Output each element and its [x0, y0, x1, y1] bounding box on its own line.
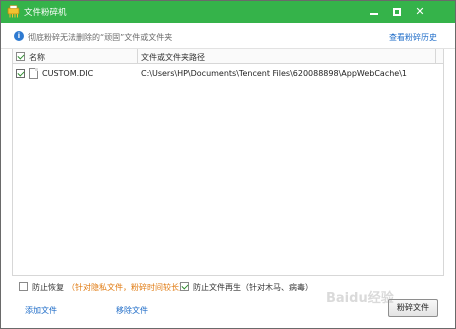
column-divider[interactable] — [435, 49, 436, 64]
info-icon: i — [14, 31, 24, 41]
column-header-path[interactable]: 文件或文件夹路径 — [141, 52, 205, 63]
prevent-recovery-label[interactable]: 防止恢复 — [32, 282, 64, 293]
column-divider[interactable] — [137, 49, 138, 64]
file-path: C:\Users\HP\Documents\Tencent Files\6200… — [141, 69, 407, 78]
baidu-watermark: Baidu经验 — [326, 291, 394, 306]
info-text: 彻底粉碎无法删除的“顽固”文件或文件夹 — [28, 33, 173, 42]
minimize-button[interactable] — [365, 4, 383, 20]
info-bar: i 彻底粉碎无法删除的“顽固”文件或文件夹 查看粉碎历史 — [1, 23, 455, 49]
prevent-regeneration-checkbox[interactable] — [180, 282, 189, 291]
minimize-icon — [370, 13, 378, 15]
table-header: 名称 文件或文件夹路径 — [13, 49, 443, 64]
table-row[interactable]: CUSTOM.DIC C:\Users\HP\Documents\Tencent… — [13, 67, 443, 81]
maximize-icon — [393, 8, 401, 16]
file-name: CUSTOM.DIC — [42, 69, 94, 78]
prevent-regeneration-label[interactable]: 防止文件再生（针对木马、病毒） — [193, 282, 313, 293]
view-shred-history-link[interactable]: 查看粉碎历史 — [389, 32, 437, 43]
title-bar[interactable]: 文件粉碎机 ✕ — [1, 1, 455, 23]
remove-file-link[interactable]: 移除文件 — [116, 305, 148, 316]
window-title: 文件粉碎机 — [24, 8, 67, 18]
prevent-recovery-checkbox[interactable] — [19, 282, 28, 291]
shredder-app-icon — [7, 5, 20, 18]
file-icon — [29, 68, 38, 79]
row-checkbox[interactable] — [16, 69, 25, 78]
prevent-recovery-note: （针对隐私文件，粉碎时间较长） — [67, 283, 187, 292]
close-button[interactable]: ✕ — [411, 4, 429, 20]
add-file-link[interactable]: 添加文件 — [25, 305, 57, 316]
close-icon: ✕ — [415, 5, 425, 18]
shredder-window: 文件粉碎机 ✕ i 彻底粉碎无法删除的“顽固”文件或文件夹 查看粉碎历史 名称 … — [0, 0, 456, 329]
column-header-name[interactable]: 名称 — [29, 52, 45, 63]
file-table: 名称 文件或文件夹路径 CUSTOM.DIC C:\Users\HP\Docum… — [12, 49, 444, 276]
select-all-checkbox[interactable] — [16, 52, 25, 61]
shred-files-button[interactable]: 粉碎文件 — [388, 299, 438, 317]
maximize-button[interactable] — [388, 4, 406, 20]
